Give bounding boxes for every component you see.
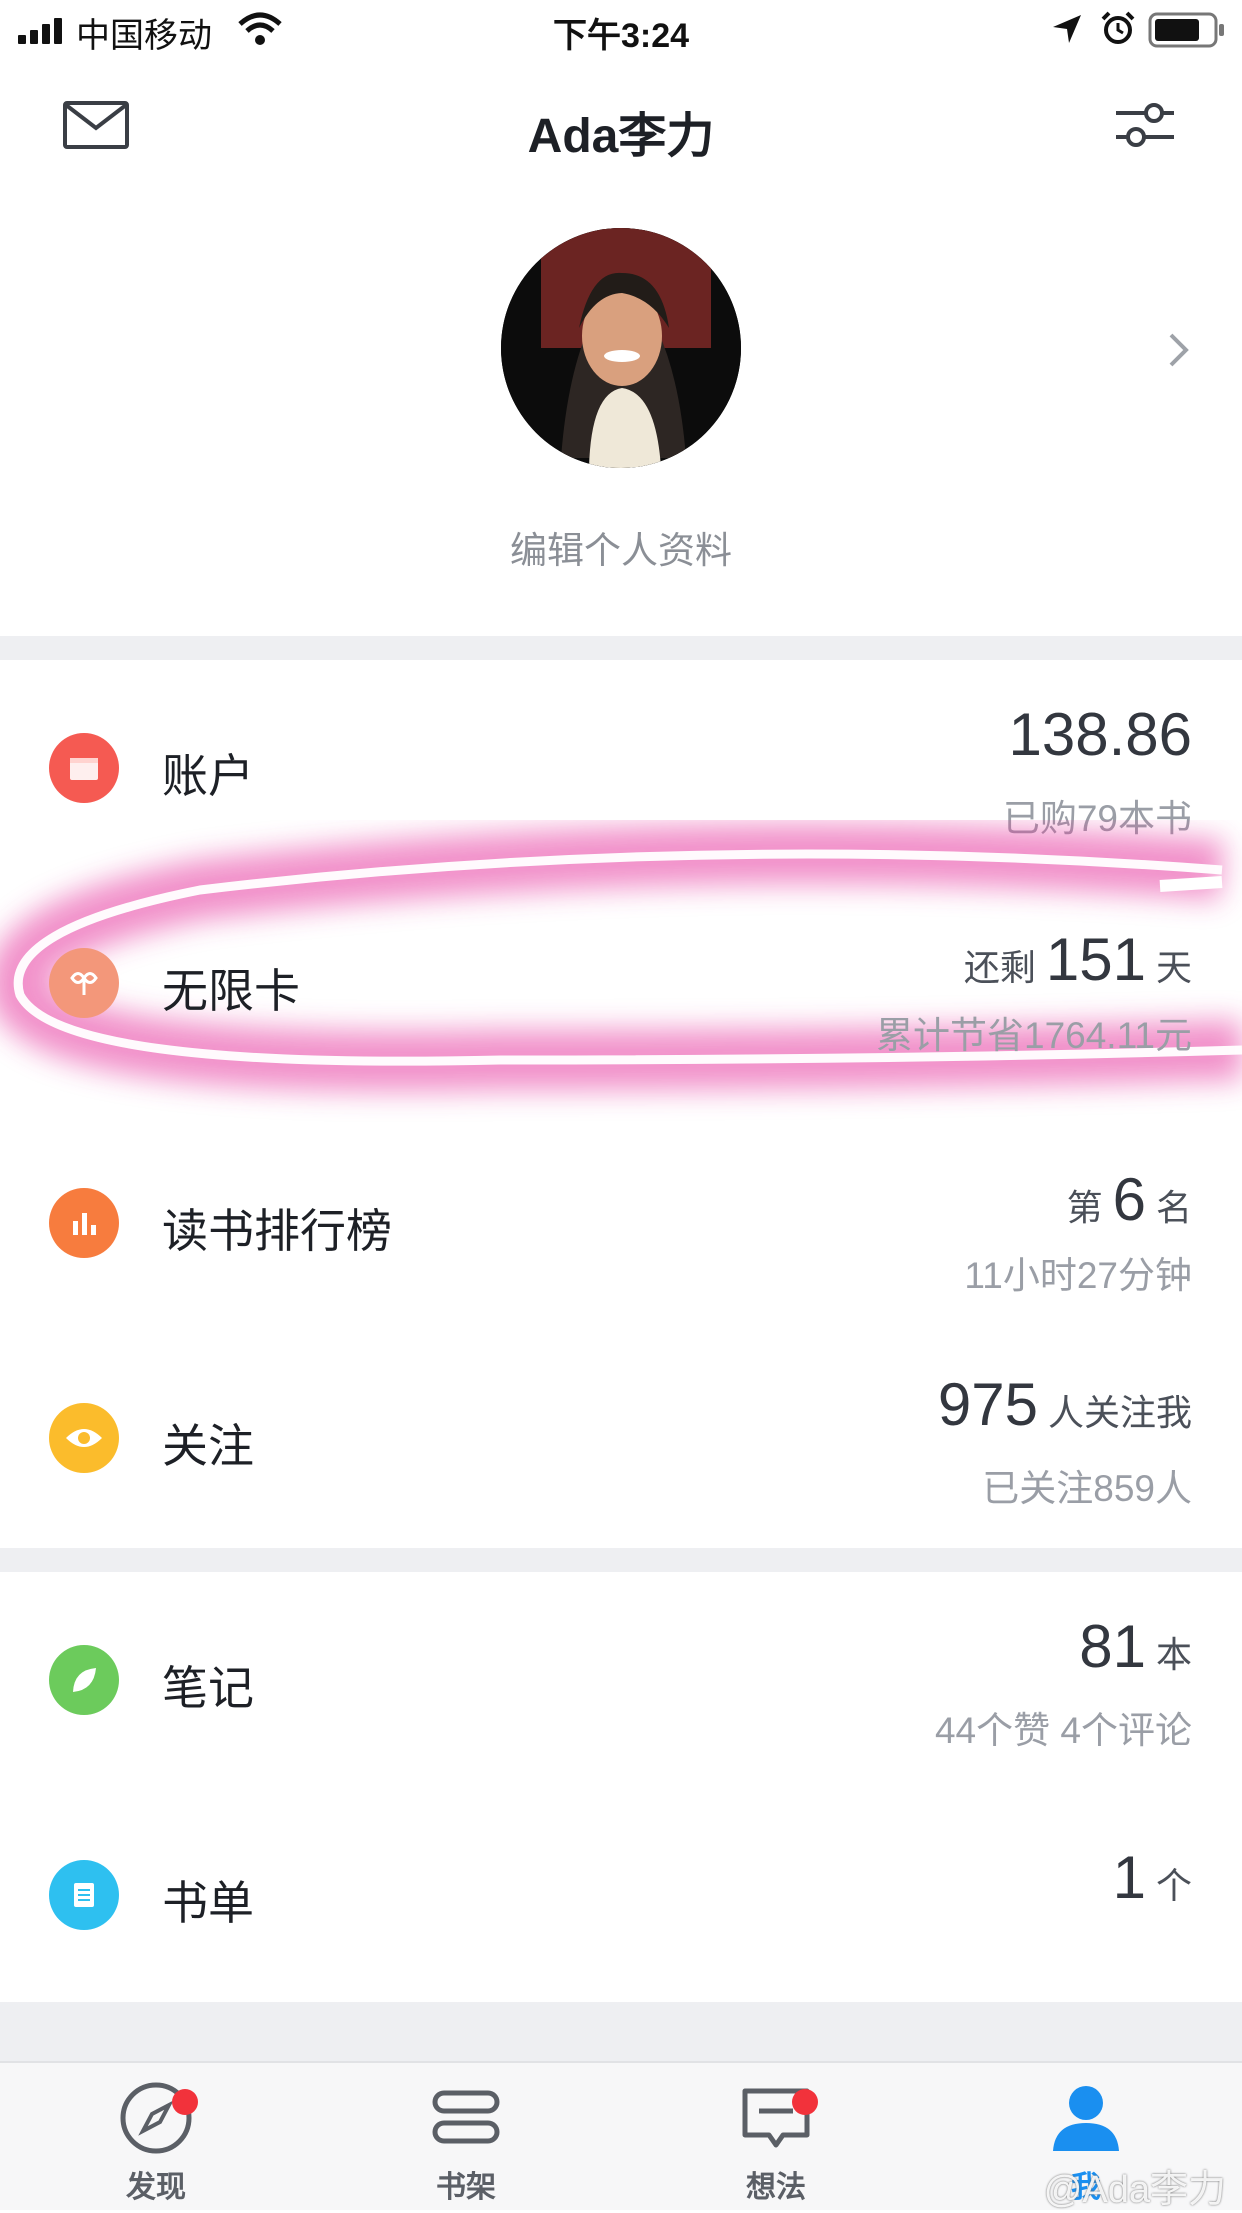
notification-badge (172, 2089, 198, 2115)
booklist-count: 1 个 (1112, 1844, 1192, 1911)
unlimited-card-row[interactable]: 无限卡 还剩 151 天 累计节省1764.11元 (0, 875, 1242, 1090)
ranking-row[interactable]: 读书排行榜 第 6 名 11小时27分钟 (0, 1115, 1242, 1330)
notes-row[interactable]: 笔记 81 本 44个赞 4个评论 (0, 1572, 1242, 1787)
tab-bookshelf-label: 书架 (436, 2171, 496, 2204)
infinity-icon (49, 948, 119, 1018)
ranking-label: 读书排行榜 (162, 1205, 392, 1257)
bookshelf-icon (432, 2090, 500, 2144)
booklist-row[interactable]: 书单 1 个 (0, 1787, 1242, 2002)
tab-discover[interactable]: 发现 (56, 2079, 256, 2206)
chevron-right-icon[interactable] (1166, 330, 1192, 370)
account-label: 账户 (162, 750, 254, 802)
location-icon (1053, 15, 1081, 43)
account-balance: 138.86 (1008, 701, 1192, 768)
bar-chart-icon (49, 1188, 119, 1258)
unlimited-card-label: 无限卡 (162, 965, 300, 1017)
filter-icon[interactable] (1114, 98, 1176, 152)
avatar[interactable] (501, 228, 741, 468)
user-icon (1053, 2086, 1119, 2151)
rank-position: 第 6 名 (1066, 1166, 1192, 1233)
total-saved: 累计节省1764.11元 (876, 1015, 1192, 1056)
tab-bookshelf[interactable]: 书架 (366, 2079, 566, 2206)
booklist-label: 书单 (162, 1877, 254, 1929)
follow-row[interactable]: 关注 975 人关注我 已关注859人 (0, 1330, 1242, 1545)
days-remaining: 还剩 151 天 (963, 926, 1192, 993)
following-count: 已关注859人 (982, 1468, 1192, 1509)
list-icon (49, 1860, 119, 1930)
eye-icon (49, 1403, 119, 1473)
wallet-icon (49, 733, 119, 803)
tab-discover-label: 发现 (126, 2171, 186, 2204)
section-divider (0, 1548, 1242, 1572)
notes-count: 81 本 (1079, 1613, 1192, 1680)
edit-profile-link[interactable]: 编辑个人资料 (0, 520, 1242, 574)
status-bar: 中国移动 下午3:24 (0, 0, 1242, 62)
tab-thoughts-label: 想法 (746, 2171, 806, 2204)
notification-badge (792, 2089, 818, 2115)
avatar-photo (501, 228, 741, 468)
follow-label: 关注 (162, 1420, 254, 1472)
followers-count: 975 人关注我 (937, 1371, 1192, 1438)
section-divider (0, 636, 1242, 660)
reading-time: 11小时27分钟 (964, 1255, 1192, 1296)
notes-label: 笔记 (162, 1662, 254, 1714)
alarm-icon (1101, 11, 1135, 44)
bottom-spacer (0, 2002, 1242, 2061)
notes-stats: 44个赞 4个评论 (934, 1710, 1192, 1751)
watermark: @Ada李力 (1043, 2169, 1226, 2211)
tab-thoughts[interactable]: 想法 (676, 2079, 876, 2206)
page-title: Ada李力 (527, 110, 715, 163)
leaf-icon (49, 1645, 119, 1715)
battery-icon (1148, 12, 1224, 48)
